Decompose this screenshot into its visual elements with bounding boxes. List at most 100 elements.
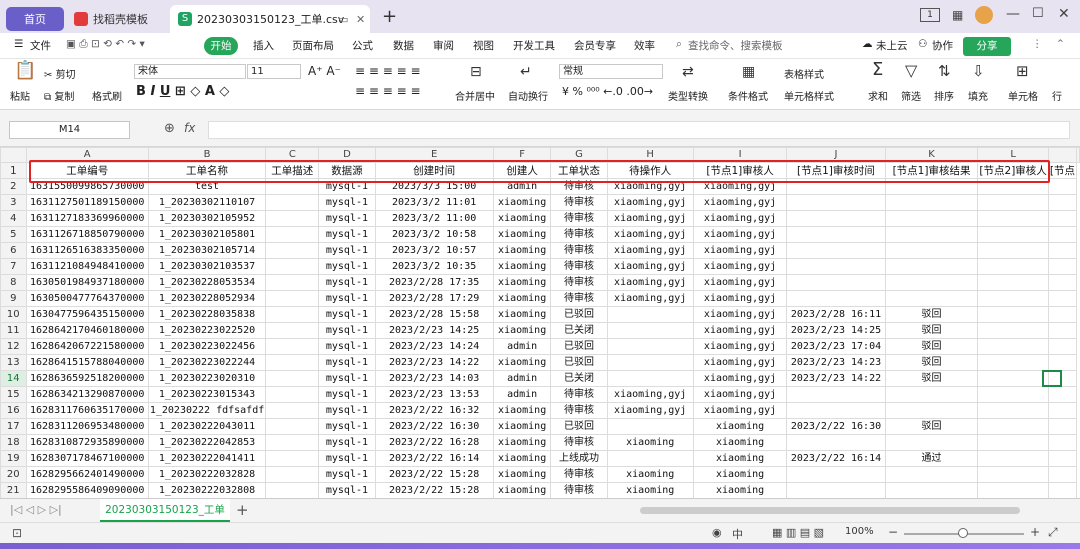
table-cell[interactable]: xiaoming,gyj <box>606 178 694 195</box>
menu-efficiency[interactable]: 效率 <box>634 38 655 53</box>
table-row[interactable]: 7 1631121084948410000 1_20230302103537 mysq… <box>0 258 1080 275</box>
column-header-i[interactable]: I <box>692 147 788 163</box>
table-cell[interactable]: 1628310872935890000 <box>25 434 149 451</box>
table-cell[interactable]: xiaoming <box>692 450 788 467</box>
table-cell[interactable]: 1628295586409090000 <box>25 482 149 498</box>
zoom-in-icon[interactable]: + <box>1030 525 1040 539</box>
table-cell[interactable]: 2023/2/22 16:28 <box>374 434 494 451</box>
table-cell[interactable] <box>977 482 1049 498</box>
column-header-m[interactable] <box>1047 147 1078 163</box>
add-sheet-icon[interactable]: + <box>236 501 249 519</box>
table-cell[interactable]: xiaoming,gyj <box>692 274 788 291</box>
column-header-g[interactable]: G <box>550 147 608 163</box>
table-cell[interactable] <box>1047 338 1078 355</box>
table-cell[interactable]: 已关闭 <box>550 322 608 339</box>
table-cell[interactable] <box>977 194 1049 211</box>
table-cell[interactable] <box>606 418 694 435</box>
share-button[interactable]: 分享 <box>963 37 1011 56</box>
wrap-text-button[interactable]: 自动换行 <box>508 88 548 103</box>
table-cell[interactable]: 1_20230222042853 <box>147 434 267 451</box>
fullscreen-icon[interactable]: ⤢ <box>1048 525 1058 540</box>
table-cell[interactable] <box>786 290 886 307</box>
table-cell[interactable]: 1628634213290870000 <box>25 386 149 403</box>
table-cell[interactable] <box>265 466 320 483</box>
conditional-format-icon[interactable]: ▦ <box>742 64 755 80</box>
row-button[interactable]: 行 <box>1052 88 1062 103</box>
collab-button[interactable]: 协作 <box>932 38 953 53</box>
table-cell[interactable]: 2023/2/23 14:22 <box>374 354 494 371</box>
avatar[interactable] <box>975 6 993 24</box>
name-box[interactable]: M14 <box>9 121 130 139</box>
table-cell[interactable] <box>786 226 886 243</box>
table-cell[interactable] <box>265 338 320 355</box>
menu-file[interactable]: 文件 <box>30 38 51 53</box>
row-number[interactable]: 4 <box>0 210 27 227</box>
table-cell[interactable]: 1_20230302110107 <box>147 194 267 211</box>
table-cell[interactable]: 2023/2/23 14:25 <box>786 322 886 339</box>
table-cell[interactable]: 1_20230228052934 <box>147 290 267 307</box>
table-cell[interactable] <box>1047 450 1078 467</box>
table-cell[interactable]: xiaoming,gyj <box>606 210 694 227</box>
table-cell[interactable]: 1631550099865730000 <box>25 178 149 195</box>
table-cell[interactable]: 1_20230222041411 <box>147 450 267 467</box>
table-cell[interactable] <box>786 434 886 451</box>
tab-window-icon[interactable]: ▭ <box>338 13 348 26</box>
table-cell[interactable] <box>1047 354 1078 371</box>
menu-developer[interactable]: 开发工具 <box>513 38 555 53</box>
font-family-select[interactable]: 宋体 <box>134 64 246 79</box>
table-cell[interactable] <box>884 210 979 227</box>
table-cell[interactable]: 2023/3/3 15:00 <box>374 178 494 195</box>
table-row[interactable]: 17 1628311206953480000 1_20230222043011 mys… <box>0 418 1080 435</box>
table-cell[interactable]: mysql-1 <box>318 338 376 355</box>
table-row[interactable]: 1 工单编号 工单名称 工单描述 数据源 创建时间 创建人 工单状态 待操作人 [节点1]审核人[… <box>0 162 1080 179</box>
zoom-formula-icon[interactable]: ⊕ <box>164 121 175 136</box>
table-cell[interactable]: 1631126516383350000 <box>25 242 149 259</box>
table-cell[interactable] <box>977 306 1049 323</box>
table-cell[interactable] <box>884 226 979 243</box>
font-style-icons[interactable]: B I U ⊞ ◇ A ◇ <box>136 84 229 99</box>
type-convert-icon[interactable]: ⇄ <box>682 64 694 80</box>
filter-button[interactable]: 筛选 <box>901 88 921 103</box>
table-cell[interactable]: mysql-1 <box>318 226 376 243</box>
table-cell[interactable] <box>606 450 694 467</box>
table-cell[interactable]: xiaoming <box>606 466 694 483</box>
sheet-tab[interactable]: 20230303150123_工单 <box>100 499 230 522</box>
table-cell[interactable]: xiaoming,gyj <box>692 386 788 403</box>
menu-data[interactable]: 数据 <box>393 38 414 53</box>
table-cell[interactable]: xiaoming <box>692 418 788 435</box>
table-cell[interactable]: xiaoming,gyj <box>692 226 788 243</box>
column-header-j[interactable]: J <box>786 147 886 163</box>
table-cell[interactable]: 已驳回 <box>550 306 608 323</box>
table-cell[interactable]: xiaoming,gyj <box>692 242 788 259</box>
table-cell[interactable] <box>977 370 1049 387</box>
table-cell[interactable]: 1630477596435150000 <box>25 306 149 323</box>
table-cell[interactable] <box>977 178 1049 195</box>
header-cell[interactable]: [节点1]审核时间 <box>786 162 886 179</box>
table-cell[interactable] <box>1047 194 1078 211</box>
table-cell[interactable]: xiaoming,gyj <box>692 322 788 339</box>
header-cell[interactable]: 工单状态 <box>550 162 608 179</box>
table-cell[interactable] <box>884 402 979 419</box>
table-cell[interactable]: 1_20230223022456 <box>147 338 267 355</box>
table-cell[interactable] <box>884 386 979 403</box>
table-row[interactable]: 5 1631126718850790000 1_20230302105801 mysq… <box>0 226 1080 243</box>
table-cell[interactable]: 1630500477764370000 <box>25 290 149 307</box>
table-cell[interactable]: 2023/2/22 15:28 <box>374 466 494 483</box>
tab-home[interactable]: 首页 <box>6 7 64 31</box>
table-cell[interactable] <box>606 322 694 339</box>
table-cell[interactable]: xiaoming,gyj <box>606 386 694 403</box>
table-cell[interactable] <box>977 226 1049 243</box>
table-cell[interactable]: 待审核 <box>550 386 608 403</box>
table-cell[interactable]: 待审核 <box>550 482 608 498</box>
zoom-out-icon[interactable]: − <box>888 525 898 539</box>
table-cell[interactable] <box>884 194 979 211</box>
table-cell[interactable] <box>265 450 320 467</box>
table-cell[interactable]: 待审核 <box>550 242 608 259</box>
table-cell[interactable] <box>977 274 1049 291</box>
row-number[interactable]: 11 <box>0 322 27 339</box>
table-cell[interactable] <box>606 338 694 355</box>
table-cell[interactable] <box>977 418 1049 435</box>
table-cell[interactable]: xiaoming <box>492 434 552 451</box>
table-cell[interactable] <box>265 194 320 211</box>
column-header-a[interactable]: A <box>25 147 149 163</box>
